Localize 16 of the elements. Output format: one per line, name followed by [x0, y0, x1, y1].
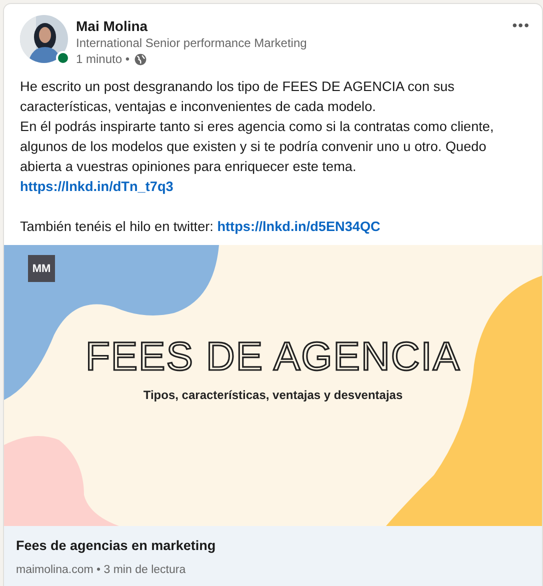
post-time: 1 minuto •	[76, 51, 130, 67]
globe-icon	[134, 52, 147, 66]
post-text: He escrito un post desgranando los tipo de FEES DE AGENCIA con sus características, ventajas e inconvenientes de cada modelo. En él podrás inspirarte tanto si eres agencia como si la contratas como cliente, algunos de los modelos que existen y si te podría convenir uno u otro. Quedo abierta a vuestras opiniones para enriquecer este tema. https://lnkd.in/dTn_t7q3 También tenéis el hilo en twitter: https://lnkd.in/d5EN34QC	[19, 78, 495, 236]
more-options-button[interactable]: •••	[512, 15, 530, 35]
banner-subtitle: Tipos, características, ventajas y desventajas	[142, 388, 404, 402]
article-preview[interactable]: Fees de agencias en marketing maimolina.com • 3 min de lectura	[4, 526, 542, 586]
banner-title: FEES DE AGENCIA	[84, 335, 462, 380]
article-banner[interactable]: MM FEES DE AGENCIA Tipos, características, ventajas y desventajas	[4, 245, 542, 526]
article-title: Fees de agencias en marketing	[16, 537, 217, 555]
author-headline: International Senior performance Marketing	[76, 35, 308, 51]
author-name[interactable]: Mai Molina	[76, 17, 504, 35]
logo: MM	[28, 255, 55, 282]
link[interactable]: https://lnkd.in/dTn_t7q3	[20, 179, 174, 194]
avatar[interactable]	[20, 15, 68, 63]
link[interactable]: https://lnkd.in/d5EN34QC	[217, 219, 380, 234]
article-source: maimolina.com • 3 min de lectura	[16, 564, 187, 576]
